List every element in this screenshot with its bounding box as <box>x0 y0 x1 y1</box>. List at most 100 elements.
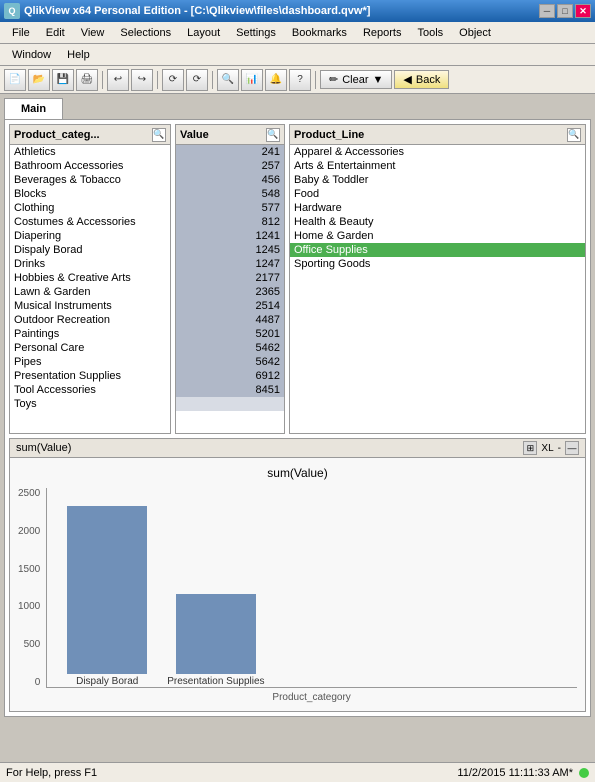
list-item[interactable]: Food <box>290 187 585 201</box>
list-item[interactable]: Athletics <box>10 145 170 159</box>
value-row[interactable]: 2365 <box>176 285 284 299</box>
product-category-search[interactable]: 🔍 <box>152 128 166 142</box>
window-title: QlikView x64 Personal Edition - [C:\Qlik… <box>24 5 370 17</box>
y-label-500: 500 <box>24 639 41 650</box>
toolbar-reload[interactable]: ⟳ <box>162 69 184 91</box>
menu-view[interactable]: View <box>73 25 113 41</box>
chart-header-title: sum(Value) <box>16 442 71 454</box>
toolbar-search[interactable]: 🔍 <box>217 69 239 91</box>
value-row[interactable]: 5462 <box>176 341 284 355</box>
status-bar: For Help, press F1 11/2/2015 11:11:33 AM… <box>0 762 595 782</box>
close-button[interactable]: ✕ <box>575 4 591 18</box>
toolbar-new[interactable]: 📄 <box>4 69 26 91</box>
minimize-button[interactable]: ─ <box>539 4 555 18</box>
menu-bookmarks[interactable]: Bookmarks <box>284 25 355 41</box>
list-item[interactable]: Paintings <box>10 327 170 341</box>
value-row[interactable]: 6912 <box>176 369 284 383</box>
product-line-search[interactable]: 🔍 <box>567 128 581 142</box>
list-item-selected[interactable]: Office Supplies <box>290 243 585 257</box>
toolbar-print[interactable]: 🖨 <box>76 69 98 91</box>
list-item[interactable]: Diapering <box>10 229 170 243</box>
toolbar-redo[interactable]: ↪ <box>131 69 153 91</box>
list-item[interactable]: Personal Care <box>10 341 170 355</box>
list-item[interactable]: Outdoor Recreation <box>10 313 170 327</box>
toolbar-open[interactable]: 📂 <box>28 69 50 91</box>
list-item[interactable]: Hardware <box>290 201 585 215</box>
toolbar-save[interactable]: 💾 <box>52 69 74 91</box>
list-item[interactable]: Lawn & Garden <box>10 285 170 299</box>
list-item[interactable]: Costumes & Accessories <box>10 215 170 229</box>
chart-expand-btn[interactable]: ⊞ <box>523 441 537 455</box>
toolbar-chart[interactable]: 📊 <box>241 69 263 91</box>
value-row[interactable]: 456 <box>176 173 284 187</box>
chart-xl-label: XL <box>541 443 553 454</box>
toolbar-undo[interactable]: ↩ <box>107 69 129 91</box>
list-item[interactable]: Beverages & Tobacco <box>10 173 170 187</box>
clear-button[interactable]: ✏ Clear ▼ <box>320 70 392 89</box>
content-panel: Product_categ... 🔍 Athletics Bathroom Ac… <box>4 119 591 717</box>
list-item[interactable]: Tool Accessories <box>10 383 170 397</box>
menu-help[interactable]: Help <box>59 47 98 63</box>
value-row[interactable]: 4487 <box>176 313 284 327</box>
menu-layout[interactable]: Layout <box>179 25 228 41</box>
chart-header: sum(Value) ⊞ XL - — <box>10 439 585 458</box>
list-item[interactable]: Blocks <box>10 187 170 201</box>
three-col-layout: Product_categ... 🔍 Athletics Bathroom Ac… <box>9 124 586 434</box>
value-row[interactable]: 812 <box>176 215 284 229</box>
list-item[interactable]: Musical Instruments <box>10 299 170 313</box>
toolbar-help[interactable]: ? <box>289 69 311 91</box>
value-row[interactable]: 8451 <box>176 383 284 397</box>
value-items: 241 257 456 548 577 812 1241 1245 1247 2… <box>176 145 284 433</box>
menu-edit[interactable]: Edit <box>38 25 73 41</box>
menu-reports[interactable]: Reports <box>355 25 410 41</box>
list-item[interactable]: Presentation Supplies <box>10 369 170 383</box>
list-item[interactable]: Dispaly Borad <box>10 243 170 257</box>
list-item[interactable]: Arts & Entertainment <box>290 159 585 173</box>
chart-minimize-btn[interactable]: — <box>565 441 579 455</box>
tab-main[interactable]: Main <box>4 98 63 119</box>
list-item[interactable]: Home & Garden <box>290 229 585 243</box>
maximize-button[interactable]: □ <box>557 4 573 18</box>
value-row[interactable] <box>176 397 284 411</box>
value-row[interactable]: 1247 <box>176 257 284 271</box>
back-button[interactable]: ◀ Back <box>394 70 449 89</box>
menu-tools[interactable]: Tools <box>409 25 451 41</box>
value-row[interactable]: 548 <box>176 187 284 201</box>
product-line-header: Product_Line 🔍 <box>290 125 585 145</box>
back-icon: ◀ <box>403 73 411 86</box>
product-line-listbox: Product_Line 🔍 Apparel & Accessories Art… <box>289 124 586 434</box>
value-search[interactable]: 🔍 <box>266 128 280 142</box>
value-row[interactable]: 241 <box>176 145 284 159</box>
value-row[interactable]: 2177 <box>176 271 284 285</box>
menu-object[interactable]: Object <box>451 25 499 41</box>
list-item[interactable]: Clothing <box>10 201 170 215</box>
value-row[interactable]: 1241 <box>176 229 284 243</box>
list-item[interactable]: Bathroom Accessories <box>10 159 170 173</box>
list-item[interactable]: Health & Beauty <box>290 215 585 229</box>
list-item[interactable]: Drinks <box>10 257 170 271</box>
menu-file[interactable]: File <box>4 25 38 41</box>
bar-group-1: Dispaly Borad <box>67 506 147 687</box>
toolbar-partial[interactable]: ⟳ <box>186 69 208 91</box>
list-item[interactable]: Toys <box>10 397 170 411</box>
list-item[interactable]: Hobbies & Creative Arts <box>10 271 170 285</box>
chart-title: sum(Value) <box>18 466 577 480</box>
menu-window[interactable]: Window <box>4 47 59 63</box>
value-row[interactable]: 1245 <box>176 243 284 257</box>
datetime: 11/2/2015 11:11:33 AM* <box>457 767 573 779</box>
value-row[interactable]: 5201 <box>176 327 284 341</box>
tabs: Main <box>4 98 591 119</box>
bar-presentation-supplies[interactable] <box>176 594 256 674</box>
menu-selections[interactable]: Selections <box>112 25 179 41</box>
menu-settings[interactable]: Settings <box>228 25 284 41</box>
list-item[interactable]: Baby & Toddler <box>290 173 585 187</box>
bar-dispaly-borad[interactable] <box>67 506 147 674</box>
list-item[interactable]: Sporting Goods <box>290 257 585 271</box>
value-row[interactable]: 577 <box>176 201 284 215</box>
value-row[interactable]: 2514 <box>176 299 284 313</box>
list-item[interactable]: Apparel & Accessories <box>290 145 585 159</box>
value-row[interactable]: 5642 <box>176 355 284 369</box>
toolbar-alert[interactable]: 🔔 <box>265 69 287 91</box>
value-row[interactable]: 257 <box>176 159 284 173</box>
list-item[interactable]: Pipes <box>10 355 170 369</box>
